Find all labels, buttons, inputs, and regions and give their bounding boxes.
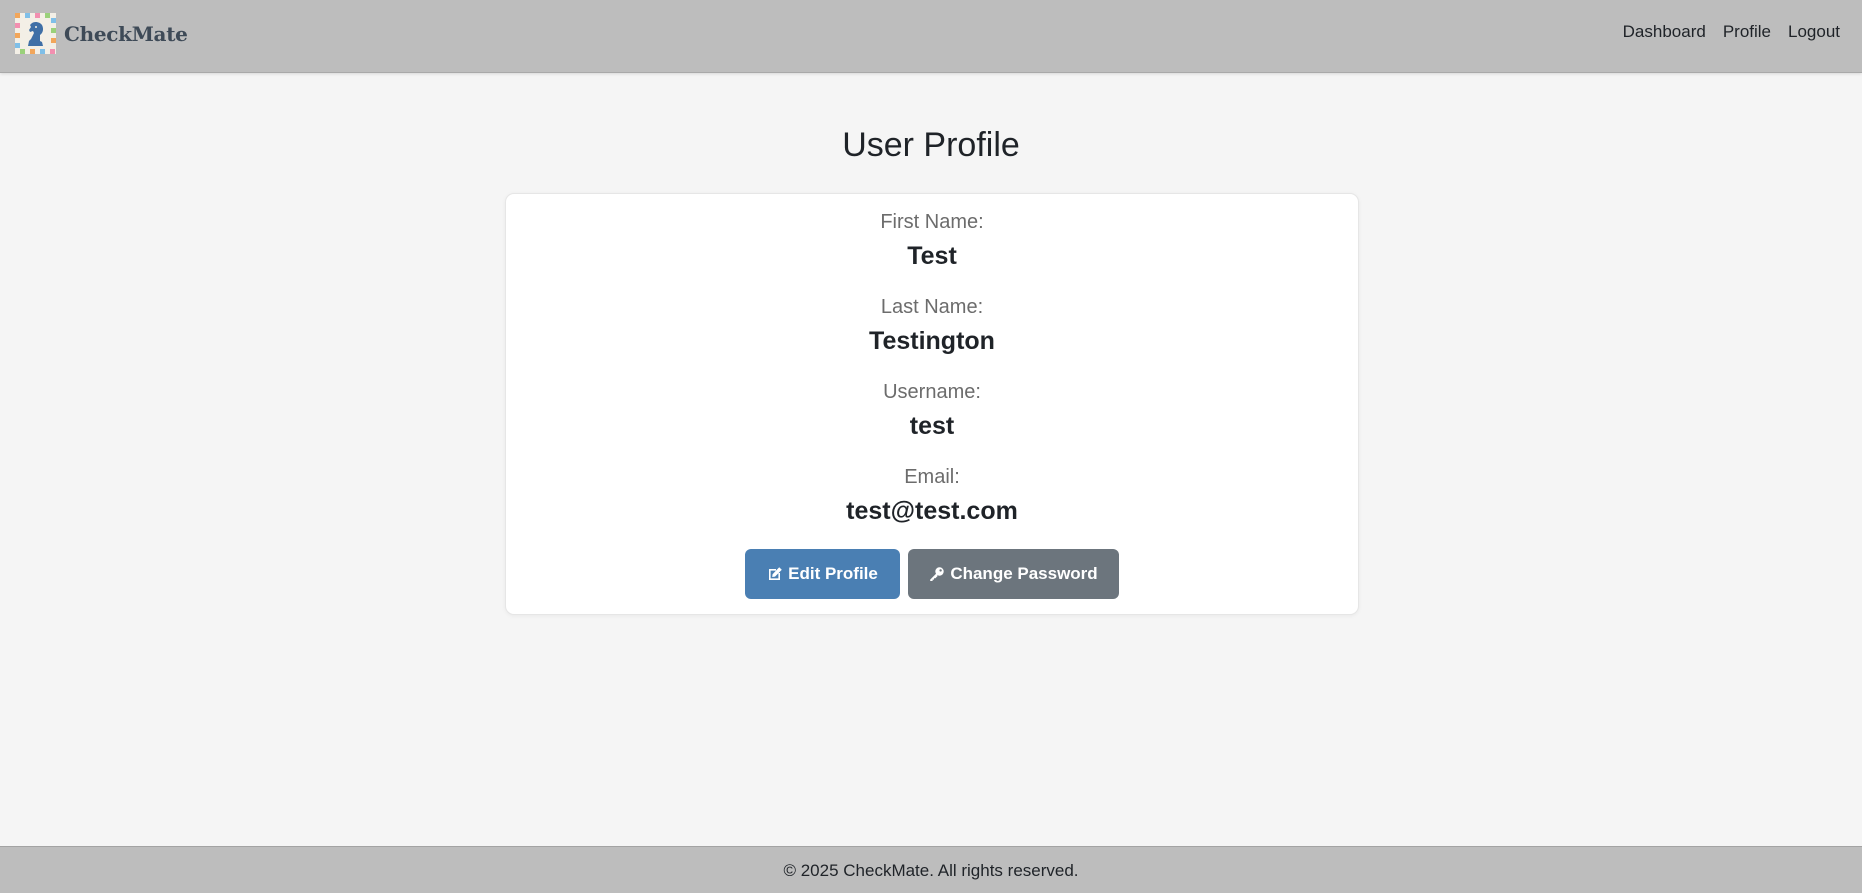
change-password-button[interactable]: Change Password [908,549,1119,599]
last-name-label: Last Name: [880,296,984,318]
profile-card: First Name: Test Last Name: Testington U… [505,193,1359,615]
email-value: test@test.com [846,497,1018,525]
edit-profile-button[interactable]: Edit Profile [745,549,900,599]
email-label: Email: [904,466,960,488]
first-name-label: First Name: [880,211,984,233]
last-name-field: Last Name: Testington [506,293,1358,357]
footer: © 2025 CheckMate. All rights reserved. [0,846,1862,893]
username-value: test [909,412,955,440]
nav-dashboard-link[interactable]: Dashboard [1623,22,1706,42]
key-icon [930,567,945,581]
nav-logout-link[interactable]: Logout [1788,22,1840,42]
profile-actions: Edit Profile Change Password [506,549,1358,599]
first-name-field: First Name: Test [506,208,1358,272]
nav-links: Dashboard Profile Logout [1623,22,1840,42]
nav-profile-link[interactable]: Profile [1723,22,1771,42]
edit-profile-label: Edit Profile [788,564,878,583]
copyright-text: © 2025 CheckMate. All rights reserved. [783,861,1079,880]
change-password-label: Change Password [950,564,1098,583]
chess-knight-logo-icon [15,13,56,54]
edit-icon [769,567,782,580]
brand-link[interactable]: CheckMate [15,13,188,54]
brand-name: CheckMate [64,21,188,46]
username-label: Username: [883,381,981,403]
navbar: CheckMate Dashboard Profile Logout [0,0,1862,73]
last-name-value: Testington [869,327,995,355]
username-field: Username: test [506,378,1358,442]
email-field: Email: test@test.com [506,463,1358,527]
page-title: User Profile [842,126,1020,164]
first-name-value: Test [907,242,957,270]
